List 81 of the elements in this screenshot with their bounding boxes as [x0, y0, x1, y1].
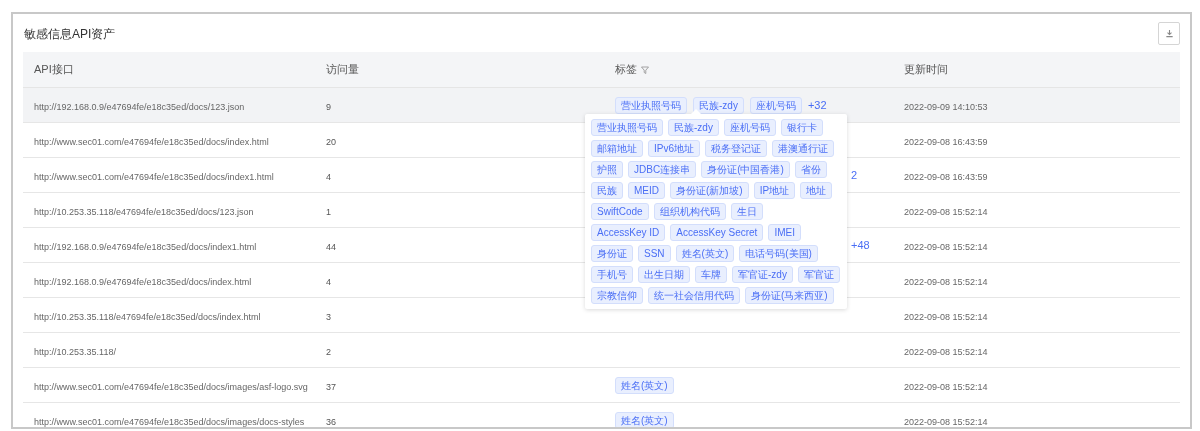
tag: 身份证(中国香港) [701, 161, 790, 178]
tag: 姓名(英文) [615, 411, 674, 427]
tag: 姓名(英文) [675, 245, 735, 262]
tag: 营业执照号码 [615, 96, 687, 114]
update-time: 2022-09-08 16:43:59 [904, 137, 988, 147]
visit-count: 20 [326, 137, 336, 147]
download-icon [1164, 29, 1174, 38]
tag: 姓名(英文) [615, 376, 674, 394]
visit-count: 4 [326, 172, 331, 182]
visit-count: 37 [326, 382, 336, 392]
visit-count: 9 [326, 102, 331, 112]
api-url: http://192.168.0.9/e47694fe/e18c35ed/docs/index1.html [34, 242, 257, 252]
api-url: http://10.253.35.118/e47694fe/e18c35ed/docs/index.html [34, 312, 261, 322]
card-title: 敏感信息API资产 [23, 25, 116, 43]
api-url: http://www.sec01.com/e47694fe/e18c35ed/docs/index1.html [34, 172, 274, 182]
update-time: 2022-09-08 15:52:14 [904, 277, 988, 287]
update-time: 2022-09-08 15:52:14 [904, 242, 988, 252]
tag: 民族-zdy [668, 119, 719, 136]
tag: 身份证 [591, 245, 633, 262]
tag: 港澳通行证 [772, 140, 834, 157]
visit-count: 2 [326, 347, 331, 357]
tag: 省份 [794, 161, 827, 178]
column-header: 标签 [615, 61, 649, 78]
update-time: 2022-09-08 15:52:14 [904, 312, 988, 322]
tag: 座机号码 [749, 96, 802, 114]
api-url: http://www.sec01.com/e47694fe/e18c35ed/docs/images/asf-logo.svg [34, 382, 308, 392]
api-url: http://10.253.35.118/ [34, 347, 116, 357]
tag: IMEI [768, 224, 801, 241]
tag: 宗教信仰 [591, 287, 643, 304]
tag: 地址 [800, 182, 833, 199]
visit-count: 44 [326, 242, 336, 252]
update-time: 2022-09-08 15:52:14 [904, 347, 988, 357]
api-url: http://10.253.35.118/e47694fe/e18c35ed/docs/123.json [34, 207, 254, 217]
column-header: API接口 [34, 62, 74, 78]
tag: 银行卡 [780, 119, 823, 136]
tag: 生日 [730, 203, 763, 220]
tag: 税务登记证 [705, 140, 767, 157]
update-time: 2022-09-08 16:43:59 [904, 172, 988, 182]
update-time: 2022-09-08 15:52:14 [904, 417, 988, 427]
tag: 组织机构代码 [653, 203, 726, 220]
tag: 军官证 [797, 266, 840, 283]
tag: 邮箱地址 [591, 140, 643, 157]
download-button[interactable] [1158, 22, 1180, 45]
api-url: http://www.sec01.com/e47694fe/e18c35ed/docs/images/docs-styles [34, 417, 305, 427]
more-tags-link[interactable]: 2 [851, 166, 858, 184]
tag: 座机号码 [723, 119, 776, 136]
api-url: http://192.168.0.9/e47694fe/e18c35ed/docs/123.json [34, 102, 245, 112]
visit-count: 4 [326, 277, 331, 287]
column-header: 更新时间 [904, 62, 948, 78]
visit-count: 1 [326, 207, 331, 217]
tag: 民族 [591, 182, 623, 199]
visit-count: 3 [326, 312, 331, 322]
api-url: http://192.168.0.9/e47694fe/e18c35ed/docs/index.html [34, 277, 252, 287]
tag: SSN [638, 245, 671, 262]
api-url: http://www.sec01.com/e47694fe/e18c35ed/docs/index.html [34, 137, 269, 147]
tag: SwiftCode [591, 203, 649, 220]
visit-count: 36 [326, 417, 336, 427]
filter-icon[interactable] [641, 65, 649, 74]
more-tags-link[interactable]: +48 [851, 236, 870, 254]
tag: AccessKey Secret [670, 224, 764, 241]
update-time: 2022-09-08 15:52:14 [904, 207, 988, 217]
tag: 统一社会信用代码 [648, 287, 740, 304]
update-time: 2022-09-08 15:52:14 [904, 382, 988, 392]
tag: 民族-zdy [693, 96, 744, 114]
tag: 身份证(马来西亚) [745, 287, 834, 304]
update-time: 2022-09-09 14:10:53 [904, 102, 988, 112]
tag: AccessKey ID [591, 224, 666, 241]
tag: 护照 [591, 161, 623, 178]
tag: 军官证-zdy [732, 266, 793, 283]
column-header: 访问量 [326, 62, 359, 78]
tag: MEID [628, 182, 665, 199]
more-tags-link[interactable]: +32 [807, 96, 827, 114]
tag: 身份证(新加坡) [670, 182, 749, 199]
tag: JDBC连接串 [628, 161, 697, 178]
tag: 出生日期 [638, 266, 690, 283]
tag: 手机号 [591, 266, 633, 283]
tag: 营业执照号码 [591, 119, 663, 136]
tag: IPv6地址 [648, 140, 700, 157]
tag: 车牌 [695, 266, 727, 283]
tag: IP地址 [753, 182, 796, 199]
tag: 电话号码(美国) [739, 245, 818, 262]
